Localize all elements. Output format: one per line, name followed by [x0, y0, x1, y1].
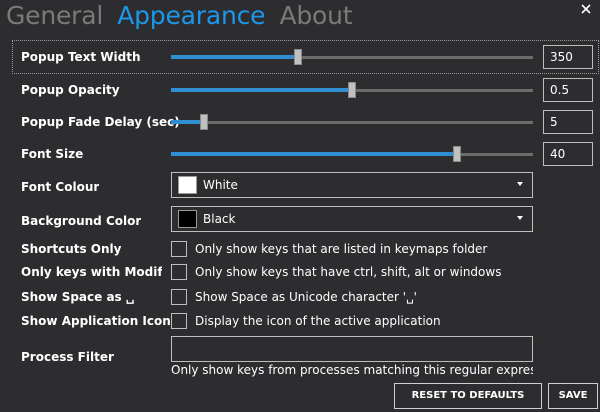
- font-colour-swatch: [178, 176, 197, 194]
- show-space-as-label: Show Space as ␣: [21, 290, 135, 304]
- show-application-icon-row: Show Application Icon Display the icon o…: [13, 311, 598, 333]
- show-space-as-description: Show Space as Unicode character '␣': [195, 290, 417, 304]
- font-colour-dropdown[interactable]: White: [171, 172, 533, 198]
- process-filter-label: Process Filter: [21, 350, 114, 364]
- shortcuts-only-label: Shortcuts Only: [21, 242, 122, 256]
- reset-to-defaults-button[interactable]: RESET TO DEFAULTS: [394, 383, 542, 409]
- dropdown-arrow-icon: [517, 182, 523, 186]
- background-color-row: Background Color Black: [13, 205, 598, 237]
- font-colour-value: White: [203, 178, 238, 192]
- only-keys-with-modifiers-row: Only keys with Modifie Only show keys th…: [13, 262, 598, 284]
- slider-fill: [171, 152, 457, 156]
- font-size-input[interactable]: 40: [543, 142, 593, 166]
- popup-opacity-slider[interactable]: [171, 80, 533, 100]
- background-color-value: Black: [203, 212, 236, 226]
- popup-text-width-slider[interactable]: [171, 47, 533, 67]
- font-size-row: Font Size 40: [13, 138, 598, 170]
- shortcuts-only-row: Shortcuts Only Only show keys that are l…: [13, 239, 598, 261]
- slider-thumb[interactable]: [348, 82, 356, 98]
- only-keys-with-modifiers-checkbox[interactable]: [171, 264, 187, 280]
- show-space-as-row: Show Space as ␣ Show Space as Unicode ch…: [13, 287, 598, 309]
- tab-appearance[interactable]: Appearance: [117, 1, 265, 30]
- show-application-icon-description: Display the icon of the active applicati…: [195, 314, 441, 328]
- show-application-icon-label: Show Application Icon: [21, 314, 171, 328]
- slider-thumb[interactable]: [294, 49, 302, 65]
- tab-general[interactable]: General: [6, 1, 103, 30]
- shortcuts-only-checkbox[interactable]: [171, 241, 187, 257]
- slider-fill: [171, 55, 298, 59]
- background-color-swatch: [178, 210, 197, 228]
- font-size-slider[interactable]: [171, 144, 533, 164]
- process-filter-hint: Only show keys from processes matching t…: [171, 363, 533, 377]
- tab-about[interactable]: About: [279, 1, 352, 30]
- background-color-label: Background Color: [21, 214, 142, 228]
- popup-text-width-row: Popup Text Width 350: [12, 40, 599, 74]
- show-space-as-checkbox[interactable]: [171, 289, 187, 305]
- font-colour-row: Font Colour White: [13, 171, 598, 203]
- font-size-label: Font Size: [21, 147, 84, 161]
- show-application-icon-checkbox[interactable]: [171, 313, 187, 329]
- dropdown-arrow-icon: [517, 216, 523, 220]
- shortcuts-only-description: Only show keys that are listed in keymap…: [195, 242, 488, 256]
- tab-bar: General Appearance About: [6, 1, 361, 35]
- slider-track: [171, 121, 533, 124]
- slider-fill: [171, 88, 352, 92]
- popup-opacity-row: Popup Opacity 0.5: [13, 74, 598, 106]
- background-color-dropdown[interactable]: Black: [171, 206, 533, 232]
- slider-thumb[interactable]: [453, 146, 461, 162]
- popup-fade-delay-slider[interactable]: [171, 112, 533, 132]
- process-filter-row: Process Filter Only show keys from proce…: [13, 336, 598, 380]
- slider-thumb[interactable]: [200, 114, 208, 130]
- popup-fade-delay-row: Popup Fade Delay (sec) 5: [13, 106, 598, 138]
- font-colour-label: Font Colour: [21, 180, 100, 194]
- popup-text-width-label: Popup Text Width: [21, 50, 141, 64]
- popup-fade-delay-label: Popup Fade Delay (sec): [21, 115, 180, 129]
- popup-opacity-label: Popup Opacity: [21, 83, 120, 97]
- popup-fade-delay-input[interactable]: 5: [543, 110, 593, 134]
- popup-opacity-input[interactable]: 0.5: [543, 78, 593, 102]
- process-filter-input[interactable]: [171, 336, 533, 362]
- close-icon[interactable]: [579, 2, 593, 16]
- only-keys-with-modifiers-label: Only keys with Modifie: [21, 265, 162, 279]
- save-button[interactable]: SAVE: [548, 383, 598, 409]
- only-keys-with-modifiers-description: Only show keys that have ctrl, shift, al…: [195, 265, 502, 279]
- popup-text-width-input[interactable]: 350: [543, 45, 593, 69]
